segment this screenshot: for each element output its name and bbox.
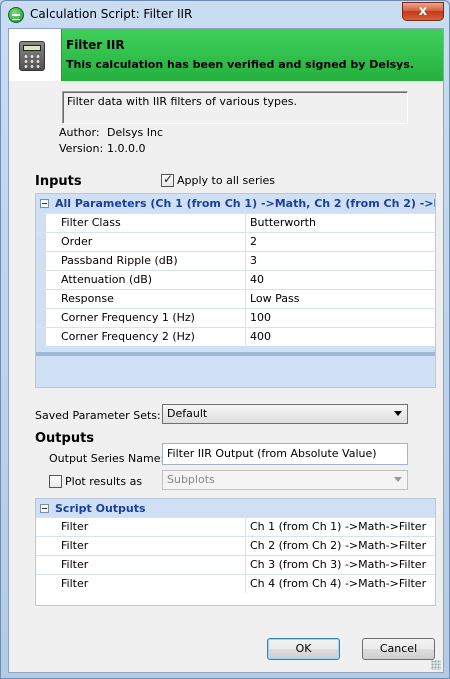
parameter-grid[interactable]: All Parameters (Ch 1 (from Ch 1) ->Math,…: [35, 193, 436, 388]
inputs-heading: Inputs: [35, 174, 82, 189]
output-row[interactable]: Filter Ch 2 (from Ch 2) ->Math->Filter: [36, 536, 435, 555]
apply-to-all-checkbox[interactable]: Apply to all series: [161, 172, 275, 187]
header-banner: Filter IIR This calculation has been ver…: [9, 29, 443, 81]
cancel-button[interactable]: Cancel: [362, 638, 435, 660]
plot-type-dropdown[interactable]: Subplots: [162, 470, 408, 490]
param-row-response[interactable]: Response Low Pass: [36, 289, 435, 308]
collapse-icon[interactable]: [40, 503, 49, 513]
param-row-attenuation[interactable]: Attenuation (dB) 40: [36, 270, 435, 289]
param-row-corner-frequency-2[interactable]: Corner Frequency 2 (Hz) 400: [36, 327, 435, 346]
resize-grip-icon[interactable]: [431, 660, 441, 670]
output-row[interactable]: Filter Ch 1 (from Ch 1) ->Math->Filter: [36, 517, 435, 536]
param-row-order[interactable]: Order 2: [36, 232, 435, 251]
output-row[interactable]: Filter Ch 3 (from Ch 3) ->Math->Filter: [36, 555, 435, 574]
dialog-window: Calculation Script: Filter IIR x Filter …: [0, 0, 450, 679]
chevron-down-icon[interactable]: [394, 411, 402, 416]
output-row[interactable]: Filter Ch 4 (from Ch 4) ->Math->Filter: [36, 574, 435, 593]
checkbox-icon[interactable]: [161, 172, 174, 187]
saved-sets-label: Saved Parameter Sets:: [35, 409, 161, 422]
output-series-name-input[interactable]: Filter IIR Output (from Absolute Value): [162, 443, 408, 465]
version-row: Version: 1.0.0.0: [59, 142, 146, 155]
param-row-passband-ripple[interactable]: Passband Ripple (dB) 3: [36, 251, 435, 270]
parameter-category-header[interactable]: All Parameters (Ch 1 (from Ch 1) ->Math,…: [36, 194, 435, 213]
plot-results-checkbox[interactable]: Plot results as: [49, 474, 142, 488]
author-value: Delsys Inc: [107, 126, 164, 139]
saved-sets-dropdown[interactable]: Default: [162, 404, 408, 424]
output-series-name-label: Output Series Name:: [49, 452, 165, 465]
collapse-icon[interactable]: [40, 199, 49, 208]
dialog-body: Filter IIR This calculation has been ver…: [8, 28, 444, 673]
verified-band: [61, 29, 443, 81]
description-field[interactable]: Filter data with IIR filters of various …: [62, 91, 408, 124]
grid-splitter[interactable]: [36, 352, 435, 356]
title-bar[interactable]: Calculation Script: Filter IIR x: [1, 1, 449, 27]
script-outputs-category-header[interactable]: Script Outputs: [36, 499, 435, 517]
param-row-filter-class[interactable]: Filter Class Butterworth: [36, 213, 435, 232]
app-logo-icon: [8, 7, 24, 23]
verified-message: This calculation has been verified and s…: [66, 58, 415, 71]
version-value: 1.0.0.0: [107, 142, 146, 155]
window-title: Calculation Script: Filter IIR: [30, 7, 193, 21]
close-button[interactable]: x: [402, 2, 444, 21]
author-row: Author: Delsys Inc: [59, 126, 164, 139]
ok-button[interactable]: OK: [267, 638, 340, 660]
outputs-heading: Outputs: [35, 431, 95, 446]
param-row-corner-frequency-1[interactable]: Corner Frequency 1 (Hz) 100: [36, 308, 435, 327]
checkbox-icon[interactable]: [49, 474, 62, 488]
chevron-down-icon[interactable]: [394, 477, 402, 482]
script-outputs-grid[interactable]: Script Outputs Filter Ch 1 (from Ch 1) ->…: [35, 498, 436, 606]
calculator-icon: [19, 41, 45, 71]
script-title: Filter IIR: [66, 38, 125, 52]
